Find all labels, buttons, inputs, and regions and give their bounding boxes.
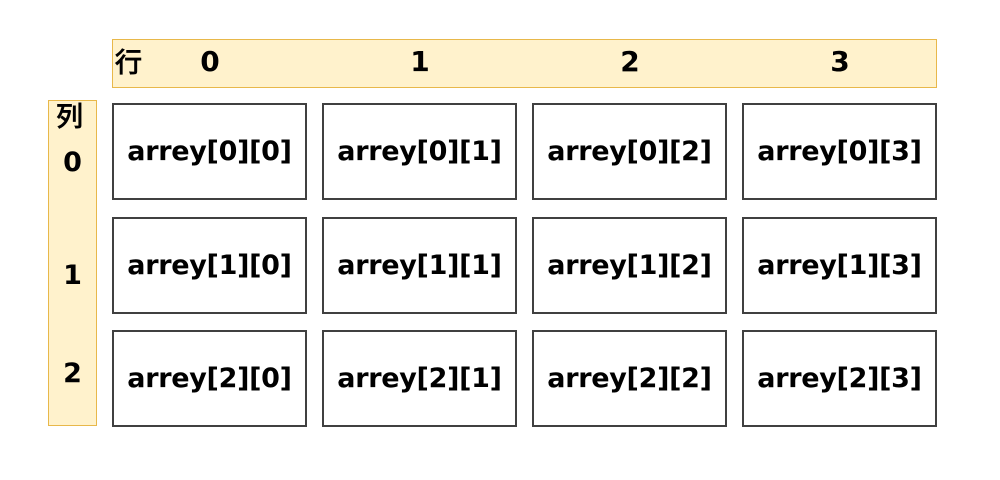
column-header-bar <box>112 39 937 88</box>
column-index-2: 2 <box>620 45 640 78</box>
array-cell: arrey[1][2] <box>532 217 727 314</box>
row-index-0: 0 <box>63 147 82 178</box>
array-cell: arrey[2][2] <box>532 330 727 427</box>
row-axis-label: 列 <box>56 102 83 133</box>
column-index-3: 3 <box>830 45 850 78</box>
array-cell: arrey[2][1] <box>322 330 517 427</box>
column-index-1: 1 <box>410 45 430 78</box>
column-index-0: 0 <box>200 45 220 78</box>
row-index-2: 2 <box>63 358 82 389</box>
array-cell: arrey[0][2] <box>532 103 727 200</box>
array-cell: arrey[2][0] <box>112 330 307 427</box>
column-axis-label: 行 <box>115 48 142 79</box>
array-cell: arrey[0][3] <box>742 103 937 200</box>
row-index-1: 1 <box>63 260 82 291</box>
array-cell: arrey[0][1] <box>322 103 517 200</box>
array-cell: arrey[1][3] <box>742 217 937 314</box>
array-cell: arrey[1][1] <box>322 217 517 314</box>
array-cell: arrey[1][0] <box>112 217 307 314</box>
array-cell: arrey[2][3] <box>742 330 937 427</box>
array-cell: arrey[0][0] <box>112 103 307 200</box>
